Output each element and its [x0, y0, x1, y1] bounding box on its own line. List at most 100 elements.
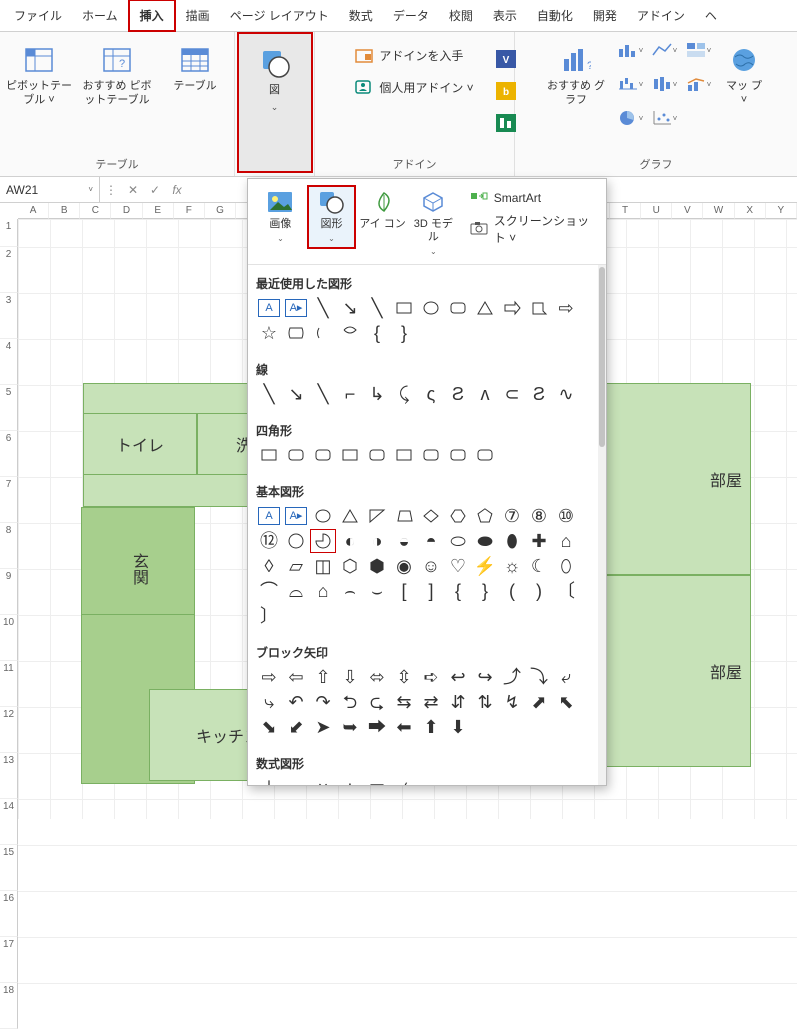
shape-rect-3[interactable] [337, 443, 363, 467]
shape-arrow-24[interactable]: ⬊ [256, 715, 282, 739]
shape-line-2[interactable]: ╲ [310, 382, 336, 406]
shape-basic-vtextbox[interactable]: A▸ [285, 507, 307, 525]
row-header[interactable]: 8 [0, 523, 18, 569]
shape-basic-trap[interactable] [391, 504, 417, 528]
shape-line-7[interactable]: Ƨ [445, 382, 471, 406]
menu-addins[interactable]: アドイン [627, 1, 695, 30]
shape-basic-m-8[interactable]: ☼ [499, 554, 525, 578]
shape-line-3[interactable]: ⌐ [337, 382, 363, 406]
shape-arrow-6[interactable]: ➪ [418, 665, 444, 689]
column-header[interactable]: T [610, 203, 641, 219]
shape-basic-m-13[interactable]: ⌂ [310, 579, 336, 603]
smartart-button[interactable]: SmartArt [470, 189, 598, 206]
shape-basic-m-5[interactable]: ☺ [418, 554, 444, 578]
shape-basic-tri[interactable] [337, 504, 363, 528]
menu-formulas[interactable]: 数式 [339, 1, 383, 30]
shape-arrow-0[interactable]: ⇨ [256, 665, 282, 689]
column-header[interactable]: D [111, 203, 142, 219]
shape-equation-0[interactable]: ＋ [256, 776, 282, 785]
shape-line-5[interactable]: ⤹ [391, 382, 417, 406]
name-box[interactable]: AW21 ˅ [0, 177, 100, 202]
column-header[interactable]: G [205, 203, 236, 219]
row-header[interactable]: 14 [0, 799, 18, 845]
shape-basic-m-15[interactable]: ⌣ [364, 579, 390, 603]
shape-basic-m-4[interactable]: ◉ [391, 554, 417, 578]
menu-file[interactable]: ファイル [4, 1, 72, 30]
menu-view[interactable]: 表示 [483, 1, 527, 30]
shape-equation-5[interactable]: ≠ [391, 776, 417, 785]
shape-oval[interactable] [418, 296, 444, 320]
shape-line-10[interactable]: Ƨ [526, 382, 552, 406]
shape-arrow-12[interactable]: ⤷ [256, 690, 282, 714]
menu-insert[interactable]: 挿入 [128, 0, 176, 32]
shape-basic-ex-4[interactable]: ⬭ [445, 529, 471, 553]
my-addins-button[interactable]: 個人用アドイン ˅ [355, 78, 473, 96]
menu-draw[interactable]: 描画 [176, 1, 220, 30]
shape-basic-ex-9[interactable]: ◊ [256, 554, 282, 578]
column-header[interactable]: F [174, 203, 205, 219]
waterfall-chart-icon[interactable]: ˅ [614, 70, 646, 98]
combo-chart-icon[interactable]: ˅ [682, 70, 714, 98]
shape-basic-ex-7[interactable]: ✚ [526, 529, 552, 553]
shape-arrow-20[interactable]: ⇅ [472, 690, 498, 714]
menu-data[interactable]: データ [383, 1, 439, 30]
shape-basic-oval[interactable] [310, 504, 336, 528]
shape-basic-dodecagon[interactable]: ⑫ [256, 529, 282, 553]
shape-brace-left[interactable]: { [364, 321, 390, 345]
menu-developer[interactable]: 開発 [583, 1, 627, 30]
column-header[interactable]: E [143, 203, 174, 219]
shape-basic-m-21[interactable]: ) [526, 579, 552, 603]
radar-chart-icon[interactable] [682, 104, 714, 132]
screenshot-button[interactable]: スクリーンショット ˅ [470, 212, 598, 246]
shape-arrow-21[interactable]: ↯ [499, 690, 525, 714]
shape-equation-1[interactable]: － [283, 776, 309, 785]
shape-basic-m-10[interactable]: ⬯ [553, 554, 579, 578]
shape-basic-m-9[interactable]: ☾ [526, 554, 552, 578]
shape-entrance[interactable]: 玄関 [81, 507, 195, 631]
get-addins-button[interactable]: アドインを入手 [355, 46, 463, 64]
shape-basic-m-6[interactable]: ♡ [445, 554, 471, 578]
shape-roundrect[interactable] [445, 296, 471, 320]
images-gallery-button[interactable]: 画像 ⌄ [256, 185, 305, 249]
shape-line-4[interactable]: ↳ [364, 382, 390, 406]
shape-basic-m-7[interactable]: ⚡ [472, 554, 498, 578]
line-chart-icon[interactable]: ˅ [648, 36, 680, 64]
shape-arrow-8[interactable]: ↪ [472, 665, 498, 689]
shape-arrow-13[interactable]: ↶ [283, 690, 309, 714]
pivot-table-button[interactable]: ピボットテー ブル ˅ [4, 36, 74, 108]
row-header[interactable]: 13 [0, 753, 18, 799]
row-header[interactable]: 18 [0, 983, 18, 1029]
shape-basic-octagon[interactable]: ⑧ [526, 504, 552, 528]
shape-basic-pie[interactable] [310, 529, 336, 553]
shape-basic-ex-0[interactable]: ◐ [337, 529, 363, 553]
shape-rect-7[interactable] [445, 443, 471, 467]
shape-basic-hexagon[interactable] [445, 504, 471, 528]
table-button[interactable]: テーブル [160, 36, 230, 94]
row-header[interactable]: 17 [0, 937, 18, 983]
shape-basic-textbox[interactable]: A [258, 507, 280, 525]
fx-icon[interactable]: fx [166, 183, 188, 197]
shape-basic-m-3[interactable]: ⬢ [364, 554, 390, 578]
shape-line-11[interactable]: ∿ [553, 382, 579, 406]
shape-arrow-30[interactable]: ⬆ [418, 715, 444, 739]
accept-icon[interactable]: ✓ [144, 183, 166, 197]
menu-help[interactable]: ヘ [695, 1, 727, 30]
shape-rect-0[interactable] [256, 443, 282, 467]
shape-basic-diamond[interactable] [418, 504, 444, 528]
cancel-icon[interactable]: ✕ [122, 183, 144, 197]
column-header[interactable]: X [735, 203, 766, 219]
column-header[interactable]: V [672, 203, 703, 219]
menu-automation[interactable]: 自動化 [527, 1, 583, 30]
pie-chart-icon[interactable]: ˅ [614, 104, 646, 132]
scrollbar[interactable] [598, 265, 606, 785]
recommended-chart-button[interactable]: ? おすすめ グラフ [546, 36, 606, 108]
menu-review[interactable]: 校閲 [439, 1, 483, 30]
shape-line-1[interactable]: ↘ [283, 382, 309, 406]
shape-basic-m-19[interactable]: } [472, 579, 498, 603]
shape-basic-m-18[interactable]: { [445, 579, 471, 603]
shape-arrow-23[interactable]: ⬉ [553, 690, 579, 714]
illustrations-button[interactable]: 図 ⌄ [237, 32, 313, 173]
column-header[interactable]: C [80, 203, 111, 219]
shape-basic-m-23[interactable]: 〕 [256, 604, 282, 628]
column-header[interactable]: W [703, 203, 734, 219]
